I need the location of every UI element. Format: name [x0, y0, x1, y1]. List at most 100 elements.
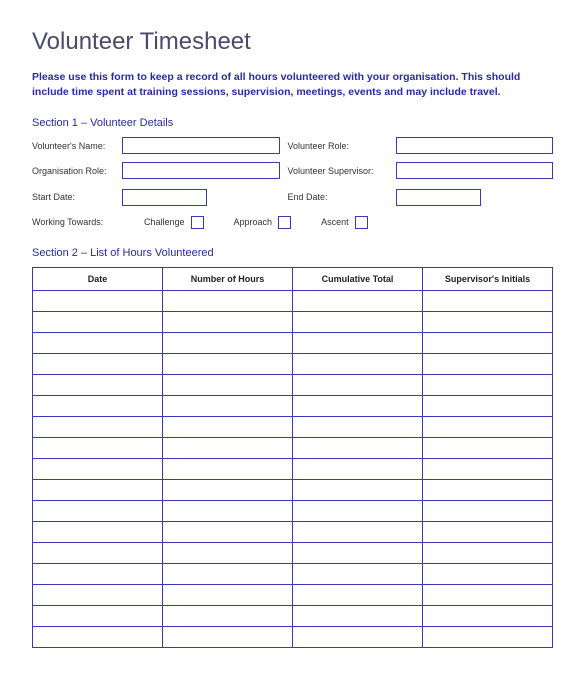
table-cell[interactable] [33, 458, 163, 479]
challenge-label: Challenge [144, 217, 185, 227]
table-cell[interactable] [33, 542, 163, 563]
table-cell[interactable] [163, 374, 293, 395]
working-towards-row: Working Towards: Challenge Approach Asce… [32, 216, 553, 229]
date-row: Start Date: End Date: [32, 187, 553, 206]
supervisor-field[interactable] [396, 162, 554, 179]
table-cell[interactable] [163, 395, 293, 416]
table-cell[interactable] [293, 395, 423, 416]
table-cell[interactable] [423, 521, 553, 542]
table-cell[interactable] [163, 353, 293, 374]
table-cell[interactable] [163, 521, 293, 542]
table-cell[interactable] [293, 605, 423, 626]
table-cell[interactable] [33, 395, 163, 416]
challenge-checkbox[interactable] [191, 216, 204, 229]
table-cell[interactable] [293, 311, 423, 332]
table-cell[interactable] [33, 521, 163, 542]
table-cell[interactable] [293, 563, 423, 584]
table-cell[interactable] [293, 458, 423, 479]
table-cell[interactable] [293, 290, 423, 311]
table-cell[interactable] [423, 605, 553, 626]
col-number-hours: Number of Hours [163, 267, 293, 290]
table-cell[interactable] [293, 479, 423, 500]
table-cell[interactable] [423, 311, 553, 332]
table-cell[interactable] [293, 416, 423, 437]
table-row [33, 521, 553, 542]
end-date-field[interactable] [396, 189, 481, 206]
table-cell[interactable] [163, 437, 293, 458]
table-cell[interactable] [293, 542, 423, 563]
instructions-text: Please use this form to keep a record of… [32, 70, 553, 99]
table-cell[interactable] [163, 563, 293, 584]
table-cell[interactable] [293, 374, 423, 395]
table-cell[interactable] [33, 437, 163, 458]
start-date-label: Start Date: [32, 192, 114, 202]
table-cell[interactable] [423, 353, 553, 374]
name-field[interactable] [122, 137, 280, 154]
table-cell[interactable] [163, 416, 293, 437]
table-cell[interactable] [163, 458, 293, 479]
name-label: Volunteer's Name: [32, 141, 114, 151]
org-role-label: Organisation Role: [32, 166, 114, 176]
hours-table: Date Number of Hours Cumulative Total Su… [32, 267, 553, 648]
table-cell[interactable] [163, 626, 293, 647]
table-cell[interactable] [423, 479, 553, 500]
table-cell[interactable] [33, 290, 163, 311]
table-cell[interactable] [423, 332, 553, 353]
table-cell[interactable] [423, 437, 553, 458]
table-cell[interactable] [293, 332, 423, 353]
table-cell[interactable] [423, 458, 553, 479]
table-row [33, 542, 553, 563]
table-cell[interactable] [163, 605, 293, 626]
table-cell[interactable] [423, 395, 553, 416]
table-cell[interactable] [163, 542, 293, 563]
col-date: Date [33, 267, 163, 290]
table-cell[interactable] [293, 500, 423, 521]
table-cell[interactable] [33, 584, 163, 605]
table-cell[interactable] [33, 563, 163, 584]
table-cell[interactable] [293, 437, 423, 458]
table-cell[interactable] [423, 542, 553, 563]
table-cell[interactable] [163, 584, 293, 605]
table-cell[interactable] [423, 374, 553, 395]
table-cell[interactable] [33, 353, 163, 374]
table-cell[interactable] [33, 605, 163, 626]
table-cell[interactable] [423, 584, 553, 605]
page-title: Volunteer Timesheet [32, 28, 553, 56]
table-row [33, 437, 553, 458]
working-towards-label: Working Towards: [32, 217, 114, 227]
table-cell[interactable] [423, 563, 553, 584]
table-row [33, 458, 553, 479]
table-cell[interactable] [293, 626, 423, 647]
table-cell[interactable] [163, 332, 293, 353]
table-cell[interactable] [163, 311, 293, 332]
start-date-field[interactable] [122, 189, 207, 206]
col-initials: Supervisor's Initials [423, 267, 553, 290]
role-label: Volunteer Role: [288, 141, 388, 151]
table-cell[interactable] [423, 500, 553, 521]
table-row [33, 563, 553, 584]
table-cell[interactable] [293, 353, 423, 374]
role-field[interactable] [396, 137, 554, 154]
table-cell[interactable] [33, 332, 163, 353]
table-cell[interactable] [293, 584, 423, 605]
table-cell[interactable] [33, 500, 163, 521]
ascent-checkbox[interactable] [355, 216, 368, 229]
table-row [33, 605, 553, 626]
approach-checkbox[interactable] [278, 216, 291, 229]
table-cell[interactable] [33, 626, 163, 647]
table-cell[interactable] [163, 500, 293, 521]
table-cell[interactable] [33, 416, 163, 437]
table-row [33, 416, 553, 437]
table-cell[interactable] [163, 290, 293, 311]
table-cell[interactable] [423, 626, 553, 647]
table-cell[interactable] [33, 374, 163, 395]
col-cumulative: Cumulative Total [293, 267, 423, 290]
table-cell[interactable] [33, 311, 163, 332]
table-cell[interactable] [423, 416, 553, 437]
table-cell[interactable] [33, 479, 163, 500]
table-header-row: Date Number of Hours Cumulative Total Su… [33, 267, 553, 290]
org-role-field[interactable] [122, 162, 280, 179]
table-cell[interactable] [293, 521, 423, 542]
table-cell[interactable] [163, 479, 293, 500]
table-cell[interactable] [423, 290, 553, 311]
